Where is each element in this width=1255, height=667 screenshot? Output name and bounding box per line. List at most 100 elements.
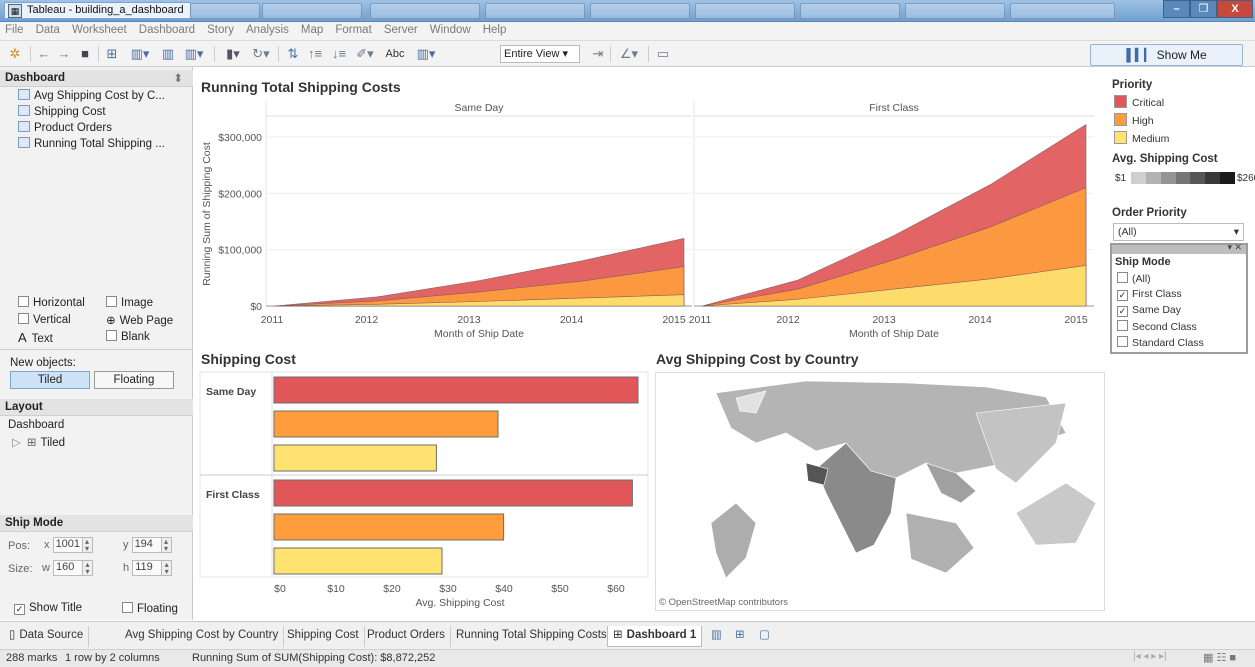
window-title-tab[interactable]: ▦ Tableau - building_a_dashboard	[4, 2, 191, 19]
tab-data-source[interactable]: ▯ Data Source	[4, 626, 90, 647]
clear-sheet-icon[interactable]: ▥▾	[180, 45, 208, 63]
pos-x-input[interactable]: 1001	[52, 537, 83, 553]
width-input[interactable]: 160	[53, 560, 84, 576]
menu-window[interactable]: Window	[425, 22, 475, 36]
restore-button[interactable]: ❐	[1190, 0, 1217, 18]
menu-data[interactable]: Data	[31, 22, 64, 36]
ship-mode-option[interactable]: Standard Class	[1117, 336, 1204, 349]
floating-button[interactable]: Floating	[94, 371, 174, 389]
sort-ascending-icon[interactable]: ↑≡	[306, 45, 324, 63]
layout-tree-tiled[interactable]: ▷ ⊞ Tiled	[12, 435, 65, 449]
tableau-logo-icon[interactable]: ✲	[6, 45, 24, 63]
sheet-item-product-orders[interactable]: Product Orders	[18, 121, 112, 134]
menu-dashboard[interactable]: Dashboard	[134, 22, 199, 36]
height-stepper[interactable]: ▴ ▾	[162, 560, 173, 576]
tiled-button[interactable]: Tiled	[10, 371, 90, 389]
ship-mode-option[interactable]: (All)	[1117, 272, 1151, 285]
undo-icon[interactable]: ←	[36, 45, 52, 63]
menu-analysis[interactable]: Analysis	[241, 22, 293, 36]
background-window-tab[interactable]	[590, 3, 690, 19]
tab-product-orders[interactable]: Product Orders	[362, 626, 451, 647]
order-priority-value: (All)	[1118, 226, 1137, 238]
redo-icon[interactable]: →	[56, 45, 72, 63]
new-worksheet-icon[interactable]: ▥	[706, 626, 727, 647]
tab-dashboard-1[interactable]: ⊞ Dashboard 1	[607, 626, 703, 647]
height-input[interactable]: 119	[132, 560, 163, 576]
background-window-tab[interactable]	[905, 3, 1005, 19]
menu-story[interactable]: Story	[202, 22, 238, 36]
dashboard-panel-header: Dashboard ⬍	[0, 70, 193, 87]
floating-checkbox[interactable]: Floating	[122, 602, 178, 615]
tab-avg-shipping-cost[interactable]: Avg Shipping Cost by Country	[120, 626, 285, 647]
pos-y-input[interactable]: 194	[131, 537, 162, 553]
order-priority-dropdown[interactable]: (All) ▾	[1113, 223, 1244, 241]
sheet-navigation-icon[interactable]: |◂ ◂ ▸ ▸|	[1133, 651, 1167, 662]
show-title-checkbox[interactable]: ✓ Show Title	[14, 602, 82, 615]
pause-updates-icon[interactable]: ▮▾	[220, 45, 246, 63]
ship-mode-option[interactable]: ✓ Same Day	[1117, 304, 1181, 317]
duplicate-sheet-icon[interactable]: ▥	[160, 45, 176, 63]
close-button[interactable]: X	[1217, 0, 1253, 18]
new-story-icon[interactable]: ▢	[754, 626, 775, 647]
shipping-cost-chart[interactable]: Same Day First Class $0 $10 $20 $30 $40 $50 $60 A…	[198, 370, 650, 615]
new-worksheet-icon[interactable]: ▥▾	[126, 45, 154, 63]
sort-descending-icon[interactable]: ↓≡	[330, 45, 348, 63]
fix-axes-icon[interactable]: ⇥	[590, 45, 606, 63]
filter-grip[interactable]: ▾ ✕	[1112, 242, 1246, 254]
show-mark-labels-button[interactable]: Abc	[382, 45, 408, 63]
background-window-tab[interactable]	[800, 3, 900, 19]
pos-y-stepper[interactable]: ▴ ▾	[161, 537, 172, 553]
ship-mode-option[interactable]: Second Class	[1117, 320, 1197, 333]
minimize-button[interactable]: –	[1163, 0, 1190, 18]
sheet-item-shipping-cost[interactable]: Shipping Cost	[18, 105, 106, 118]
width-stepper[interactable]: ▴ ▾	[83, 560, 94, 576]
object-web-page[interactable]: ⊕ Web Page	[106, 313, 173, 327]
background-window-tab[interactable]	[1010, 3, 1115, 19]
object-horizontal[interactable]: Horizontal	[18, 296, 85, 309]
background-window-tab[interactable]	[485, 3, 585, 19]
object-blank[interactable]: Blank	[106, 330, 150, 343]
avg-cost-max: $260	[1237, 173, 1255, 184]
refresh-icon[interactable]: ↻▾	[248, 45, 274, 63]
running-total-chart[interactable]: Running Sum of Shipping Cost $300,000 $200…	[196, 96, 1102, 346]
tab-running-total[interactable]: Running Total Shipping Costs	[451, 626, 613, 647]
object-text[interactable]: A Text	[18, 330, 53, 345]
layout-tree-root[interactable]: Dashboard	[8, 419, 64, 431]
sheet-sorter-icon[interactable]: ▦ ☷ ■	[1203, 651, 1236, 664]
object-image[interactable]: Image	[106, 296, 153, 309]
ship-mode-option[interactable]: ✓ First Class	[1117, 288, 1182, 301]
pos-x-stepper[interactable]: ▴ ▾	[82, 537, 93, 553]
background-window-tab[interactable]	[695, 3, 795, 19]
fit-icon[interactable]: ▥▾	[412, 45, 440, 63]
fit-dropdown[interactable]: Entire View ▾	[500, 45, 580, 63]
priority-legend-item[interactable]: High	[1114, 113, 1154, 127]
tab-shipping-cost[interactable]: Shipping Cost	[282, 626, 365, 647]
filter-menu-icon[interactable]: ▾ ✕	[1227, 242, 1242, 253]
show-me-button[interactable]: ▌▍▎ Show Me	[1090, 44, 1243, 66]
sheet-item-running-total[interactable]: Running Total Shipping ...	[18, 137, 165, 150]
presentation-mode-icon[interactable]: ▭	[654, 45, 672, 63]
menu-server[interactable]: Server	[379, 22, 422, 36]
object-vertical[interactable]: Vertical	[18, 313, 71, 326]
panel-menu-icon[interactable]: ⬍	[173, 71, 183, 85]
menu-file[interactable]: File	[0, 22, 28, 36]
menu-map[interactable]: Map	[296, 22, 327, 36]
menu-format[interactable]: Format	[330, 22, 375, 36]
menu-help[interactable]: Help	[478, 22, 511, 36]
menu-worksheet[interactable]: Worksheet	[67, 22, 131, 36]
swap-icon[interactable]: ⇅	[284, 45, 302, 63]
annotate-icon[interactable]: ∠▾	[616, 45, 642, 63]
background-window-tab[interactable]	[190, 3, 260, 19]
priority-legend-item[interactable]: Critical	[1114, 95, 1164, 109]
add-data-source-icon[interactable]: ⊞	[104, 45, 120, 63]
new-dashboard-icon[interactable]: ⊞	[730, 626, 750, 647]
save-icon[interactable]: ■	[77, 45, 93, 63]
background-window-tab[interactable]	[370, 3, 480, 19]
background-window-tab[interactable]	[262, 3, 362, 19]
priority-legend-item[interactable]: Medium	[1114, 131, 1169, 145]
world-map[interactable]: © OpenStreetMap contributors	[655, 372, 1105, 611]
sheet-item-avg-cost[interactable]: Avg Shipping Cost by C...	[18, 89, 165, 102]
highlight-icon[interactable]: ✐▾	[352, 45, 378, 63]
ship-mode-filter[interactable]: ▾ ✕ Ship Mode (All) ✓ First Class ✓ Same D…	[1110, 242, 1248, 354]
x-tick-label: $10	[327, 583, 345, 595]
